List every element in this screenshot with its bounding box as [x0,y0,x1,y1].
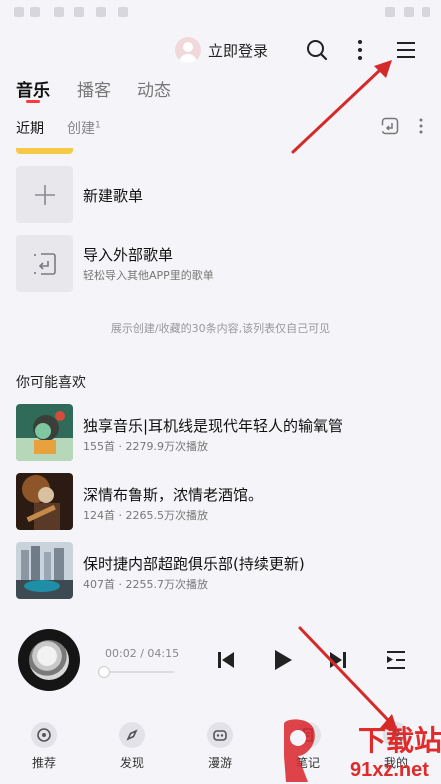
avatar[interactable] [175,37,201,63]
recommend-icon [31,722,57,748]
import-playlist-subtitle: 轻松导入其他APP里的歌单 [83,269,214,282]
nav-roam[interactable]: 漫游 [190,722,250,771]
tab-feed[interactable]: 动态 [137,76,171,101]
playlist-meta: 155首 · 2279.9万次播放 [83,440,208,453]
subtab-recent[interactable]: 近期 [16,118,44,138]
import-playlist-label: 导入外部歌单 [83,246,174,264]
import-playlist-row[interactable]: 导入外部歌单 轻松导入其他APP里的歌单 [16,235,426,293]
nav-recommend[interactable]: 推荐 [14,722,74,771]
login-button[interactable]: 立即登录 [208,40,268,61]
import-icon [33,252,56,275]
watermark: 下载站 91xz.net [280,716,441,784]
list-item[interactable]: 深情布鲁斯，浓情老酒馆。 124首 · 2265.5万次播放 [16,473,426,531]
roam-icon [207,722,233,748]
more-vertical-icon[interactable] [414,116,428,136]
wifi-icon [385,7,395,17]
subtab-created-count: 1 [95,120,101,131]
subtab-created[interactable]: 创建1 [67,118,101,138]
plus-icon [34,184,55,205]
playlist-title: 保时捷内部超跑俱乐部(持续更新) [83,555,305,573]
compass-icon [119,722,145,748]
tab-music[interactable]: 音乐 [16,76,50,101]
locate-playing-icon[interactable] [380,116,400,136]
battery-icon [422,7,430,17]
playlist-queue-icon[interactable] [382,648,410,672]
playlist-meta: 407首 · 2255.7万次播放 [83,578,208,591]
progress-knob[interactable] [98,666,110,678]
nav-discover[interactable]: 发现 [102,722,162,771]
section-title-recommend: 你可能喜欢 [16,375,86,391]
search-icon[interactable] [303,36,331,64]
nav-recommend-label: 推荐 [31,756,56,770]
nav-roam-label: 漫游 [207,756,232,770]
status-icon [74,7,84,17]
cellular-icon [404,7,414,17]
status-icon [30,7,40,17]
playlist-title: 深情布鲁斯，浓情老酒馆。 [83,486,264,504]
playback-time: 00:02 / 04:15 [105,647,180,660]
playlist-cover [16,542,73,599]
next-icon[interactable] [326,648,350,672]
playlist-cover-edge [16,148,73,154]
status-bar [0,0,441,24]
playlist-cover [16,473,73,530]
main-tabs: 音乐 播客 动态 [0,72,441,106]
play-icon[interactable] [270,647,296,673]
nav-discover-label: 发现 [119,756,144,770]
mini-player: 00:02 / 04:15 [0,615,441,709]
more-vertical-icon[interactable] [350,36,370,64]
create-playlist-row[interactable]: 新建歌单 [16,166,426,224]
tab-indicator [26,100,40,103]
playlist-meta: 124首 · 2265.5万次播放 [83,509,208,522]
watermark-brand: 下载站 [358,725,441,756]
playlist-cover [16,404,73,461]
status-icon [118,7,128,17]
list-notice: 展示创建/收藏的30条内容,该列表仅自己可见 [110,322,331,335]
album-art [29,640,69,680]
import-tile [16,235,73,292]
watermark-url: 91xz.net [350,759,429,781]
album-disc[interactable] [18,629,80,691]
progress-bar[interactable] [104,671,174,673]
subtab-created-label: 创建 [67,121,95,137]
menu-icon[interactable] [392,36,420,64]
top-bar: 立即登录 [0,30,441,70]
add-tile [16,166,73,223]
playlist-title: 独享音乐|耳机线是现代年轻人的输氧管 [83,417,344,435]
signal-icon [14,7,24,17]
list-item[interactable]: 保时捷内部超跑俱乐部(持续更新) 407首 · 2255.7万次播放 [16,542,426,600]
previous-icon[interactable] [214,648,238,672]
sub-tabs: 近期 创建1 [0,114,441,140]
status-icon [96,7,106,17]
tab-podcast[interactable]: 播客 [77,76,111,101]
list-item[interactable]: 独享音乐|耳机线是现代年轻人的输氧管 155首 · 2279.9万次播放 [16,404,426,462]
create-playlist-label: 新建歌单 [83,187,144,205]
status-icon [54,7,64,17]
